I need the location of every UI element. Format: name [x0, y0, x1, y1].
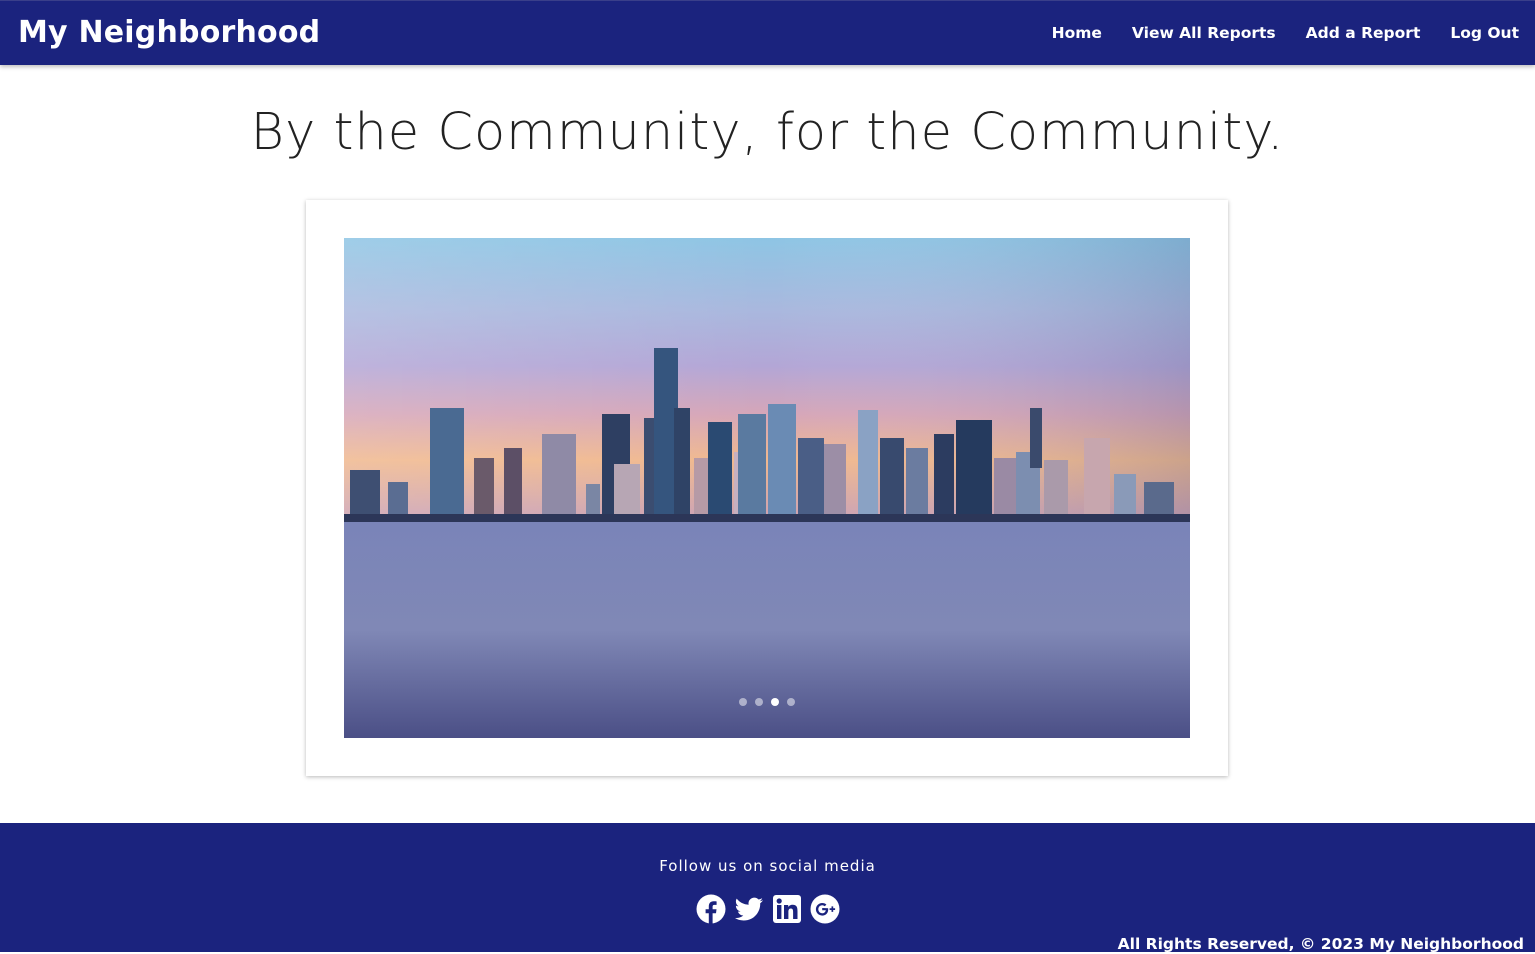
carousel-dot-1[interactable]	[739, 698, 747, 706]
hero-title: By the Community, for the Community.	[250, 103, 1285, 162]
carousel-dot-2[interactable]	[755, 698, 763, 706]
city-skyline-image	[344, 238, 1190, 738]
nav-view-all-reports-link[interactable]: View All Reports	[1132, 21, 1276, 45]
facebook-icon[interactable]	[696, 894, 726, 924]
carousel-card	[306, 200, 1228, 776]
carousel-dot-3-active[interactable]	[771, 698, 779, 706]
image-carousel[interactable]	[344, 238, 1190, 738]
nav-links: Home View All Reports Add a Report Log O…	[1052, 21, 1519, 45]
nav-add-report-link[interactable]: Add a Report	[1306, 21, 1421, 45]
google-plus-icon[interactable]	[810, 894, 840, 924]
social-icons	[0, 894, 1535, 924]
linkedin-icon[interactable]	[772, 894, 802, 924]
copyright-text: All Rights Reserved, © 2023 My Neighborh…	[1117, 935, 1524, 953]
brand-logo-link[interactable]: My Neighborhood	[18, 13, 320, 53]
twitter-icon[interactable]	[734, 894, 764, 924]
nav-log-out-link[interactable]: Log Out	[1450, 21, 1519, 45]
site-footer: Follow us on social media All Rights Res…	[0, 823, 1535, 953]
carousel-indicators	[344, 698, 1190, 706]
carousel-dot-4[interactable]	[787, 698, 795, 706]
top-navbar: My Neighborhood Home View All Reports Ad…	[0, 0, 1535, 65]
follow-text: Follow us on social media	[659, 857, 876, 875]
nav-home-link[interactable]: Home	[1052, 21, 1102, 45]
